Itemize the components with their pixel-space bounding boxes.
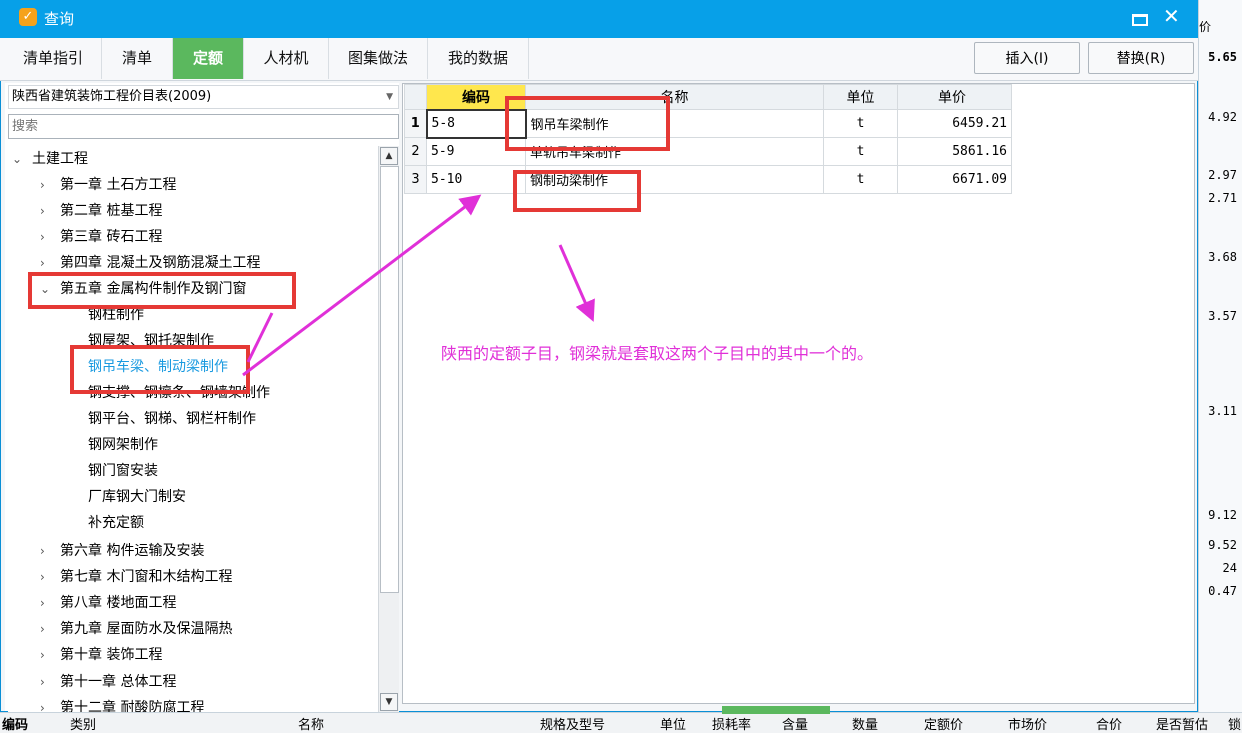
annotation-note: 陕西的定额子目，钢梁就是套取这两个子目中的其中一个的。: [441, 344, 874, 363]
arrow-to-note: [558, 244, 595, 322]
annotation-arrows: [242, 194, 595, 377]
